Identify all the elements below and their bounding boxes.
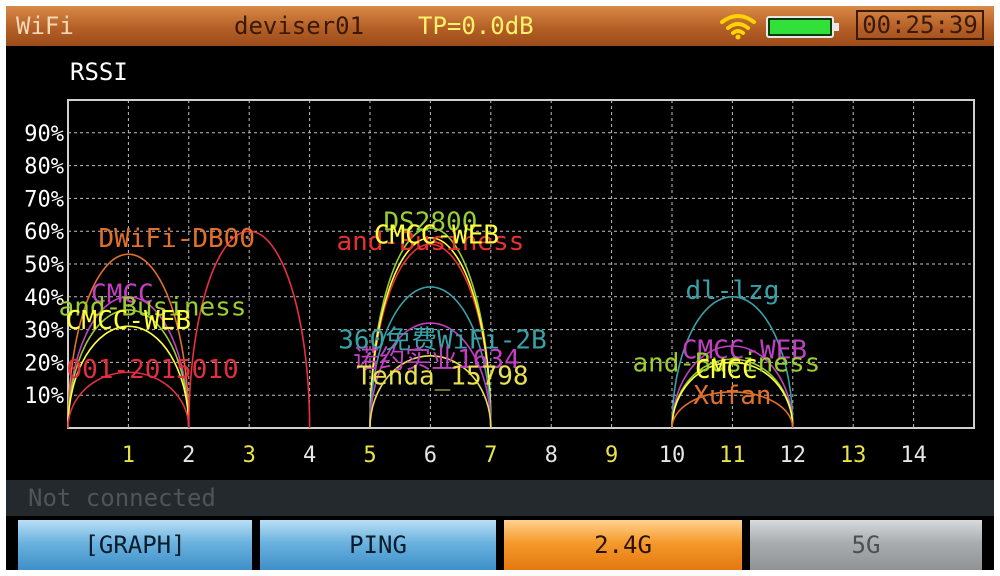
y-tick-label: 60% [24, 220, 64, 245]
tx-power-readout: TP=0.0dB [418, 12, 534, 40]
x-tick-label: 1 [122, 443, 135, 468]
connection-status: Not connected [28, 484, 216, 512]
network-label: Xufan [693, 381, 771, 411]
y-tick-label: 10% [24, 384, 64, 409]
rssi-chart: RSSI 10%20%30%40%50%60%70%80%90% 1234567… [24, 58, 975, 468]
chart-title: RSSI [70, 58, 128, 86]
y-tick-label: 90% [24, 122, 64, 147]
network-label: dl-lzg [685, 276, 779, 306]
x-tick-label: 9 [605, 443, 618, 468]
network-label: CMCC-WEB [66, 306, 191, 336]
x-tick-label: 10 [659, 443, 686, 468]
x-tick-label: 12 [780, 443, 807, 468]
tab-5g[interactable]: 5G [750, 520, 982, 570]
x-tick-label: 7 [484, 443, 497, 468]
y-tick-label: 50% [24, 253, 64, 278]
y-tick-label: 20% [24, 351, 64, 376]
wifi-signal-icon [720, 14, 756, 40]
connected-ssid: deviser01 [234, 12, 365, 40]
network-label: Tenda_15798 [356, 362, 528, 392]
x-tick-label: 6 [424, 443, 437, 468]
status-bar: Not connected [6, 480, 994, 516]
device-screen: WiFi deviser01 TP=0.0dB 00:25:39 RSSI 10… [6, 6, 994, 570]
title-bar: WiFi deviser01 TP=0.0dB 00:25:39 [6, 6, 994, 46]
x-tick-label: 8 [545, 443, 558, 468]
x-tick-label: 3 [243, 443, 256, 468]
x-tick-label: 4 [303, 443, 316, 468]
network-label: DWiFi-DB00 [98, 224, 255, 254]
tab-graph[interactable]: [GRAPH] [18, 520, 252, 570]
tab-ping[interactable]: PING [260, 520, 496, 570]
y-tick-label: 70% [24, 187, 64, 212]
tab-2-4g[interactable]: 2.4G [504, 520, 742, 570]
clock: 00:25:39 [856, 10, 984, 40]
y-axis-ticks: 10%20%30%40%50%60%70%80%90% [24, 122, 64, 409]
x-axis-ticks: 1 2 3 4 5 6 7 8 9 10 11 12 13 14 [122, 443, 927, 468]
x-tick-label: 14 [900, 443, 927, 468]
x-tick-label: 5 [363, 443, 376, 468]
network-label: CMCC-WEB [374, 220, 499, 250]
y-tick-label: 80% [24, 155, 64, 180]
network-label: 001-2015010 [66, 355, 238, 385]
x-tick-label: 2 [182, 443, 195, 468]
x-tick-label: 11 [719, 443, 746, 468]
x-tick-label: 13 [840, 443, 867, 468]
app-title: WiFi [16, 12, 74, 40]
battery-full-icon [766, 16, 839, 38]
